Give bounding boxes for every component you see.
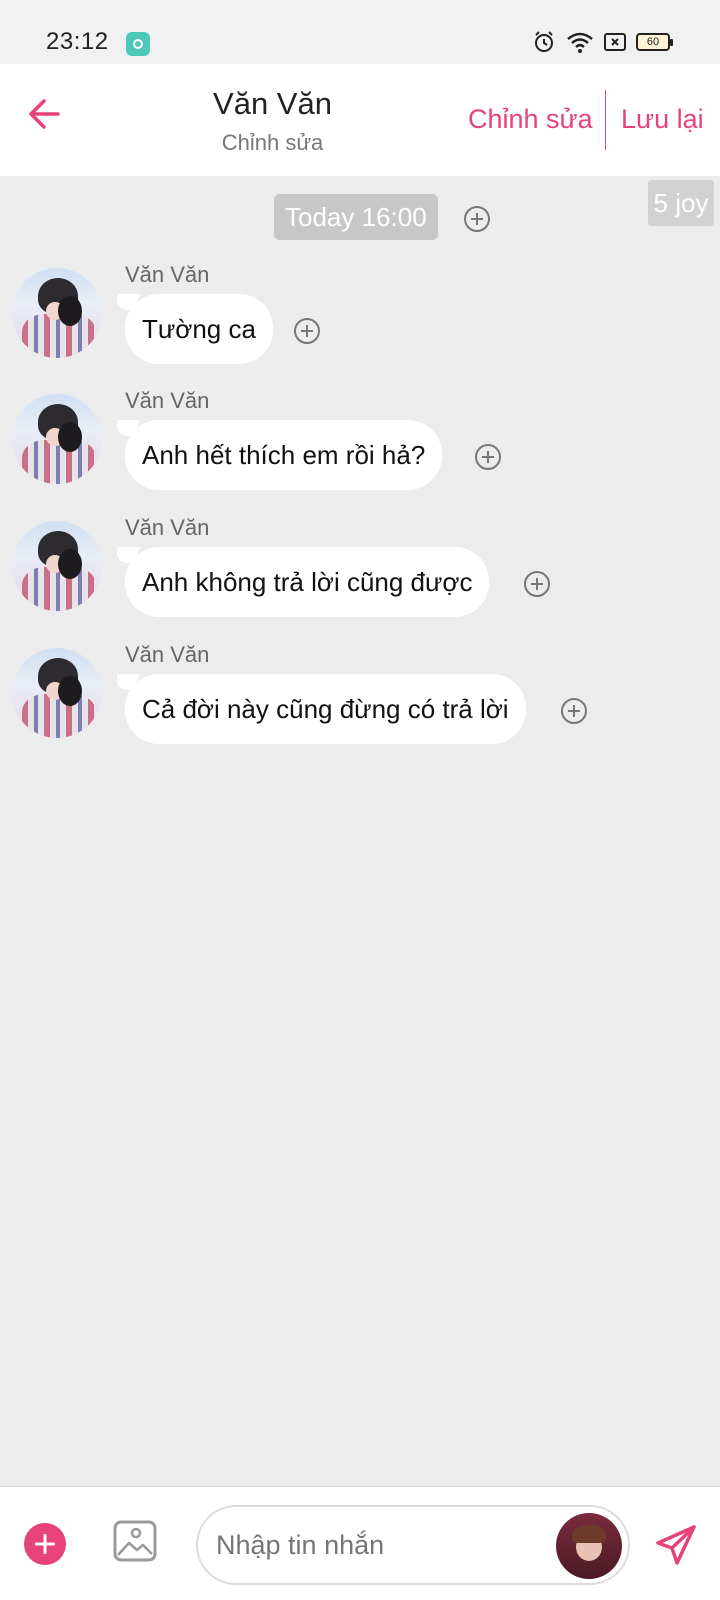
sender-avatar-selector[interactable]: [556, 1513, 622, 1579]
status-icons: 60: [532, 30, 673, 54]
joy-badge[interactable]: 5 joy: [648, 180, 714, 226]
save-button[interactable]: Lưu lại: [621, 104, 704, 135]
send-icon[interactable]: [654, 1523, 698, 1567]
avatar[interactable]: [12, 268, 102, 358]
header-divider: [605, 90, 606, 150]
image-icon[interactable]: [112, 1519, 158, 1563]
message-bubble[interactable]: Tường ca: [125, 294, 273, 364]
chat-title: Văn Văn: [213, 86, 332, 121]
add-message-icon[interactable]: [294, 318, 320, 344]
message-bubble[interactable]: Cả đời này cũng đừng có trả lời: [125, 674, 526, 744]
message-bubble[interactable]: Anh hết thích em rồi hả?: [125, 420, 443, 490]
sender-name: Văn Văn: [125, 388, 210, 413]
wifi-icon: [567, 32, 593, 53]
add-button[interactable]: [24, 1523, 66, 1565]
alarm-icon: [535, 31, 553, 52]
app-notification-icon: [126, 32, 150, 56]
message-bubble[interactable]: Anh không trả lời cũng được: [125, 547, 490, 617]
chat-subtitle: Chỉnh sửa: [221, 130, 324, 155]
message-row: Văn Văn Anh hết thích em rồi hả?: [0, 388, 720, 498]
message-row: Văn Văn Cả đời này cũng đừng có trả lời: [0, 642, 720, 752]
edit-button[interactable]: Chỉnh sửa: [468, 104, 593, 135]
timestamp-chip[interactable]: Today 16:00: [274, 194, 438, 240]
add-message-icon[interactable]: [561, 698, 587, 724]
sender-name: Văn Văn: [125, 642, 210, 667]
add-message-icon[interactable]: [475, 444, 501, 470]
composer-bar: [0, 1486, 720, 1600]
status-bar: 23:12 60: [0, 0, 720, 64]
sender-name: Văn Văn: [125, 262, 210, 287]
message-input-box[interactable]: [196, 1505, 630, 1585]
avatar[interactable]: [12, 648, 102, 738]
message-row: Văn Văn Anh không trả lời cũng được: [0, 515, 720, 625]
message-input[interactable]: [216, 1525, 536, 1565]
message-row: Văn Văn Tường ca: [0, 262, 720, 372]
battery-icon: 60: [636, 33, 673, 51]
avatar[interactable]: [12, 521, 102, 611]
avatar[interactable]: [12, 394, 102, 484]
status-time: 23:12: [46, 28, 109, 55]
sim-off-icon: [604, 33, 626, 51]
sender-name: Văn Văn: [125, 515, 210, 540]
add-message-icon[interactable]: [524, 571, 550, 597]
add-timestamp-icon[interactable]: [464, 206, 490, 232]
chat-header: Văn Văn Chỉnh sửa Chỉnh sửa Lưu lại: [0, 64, 720, 176]
